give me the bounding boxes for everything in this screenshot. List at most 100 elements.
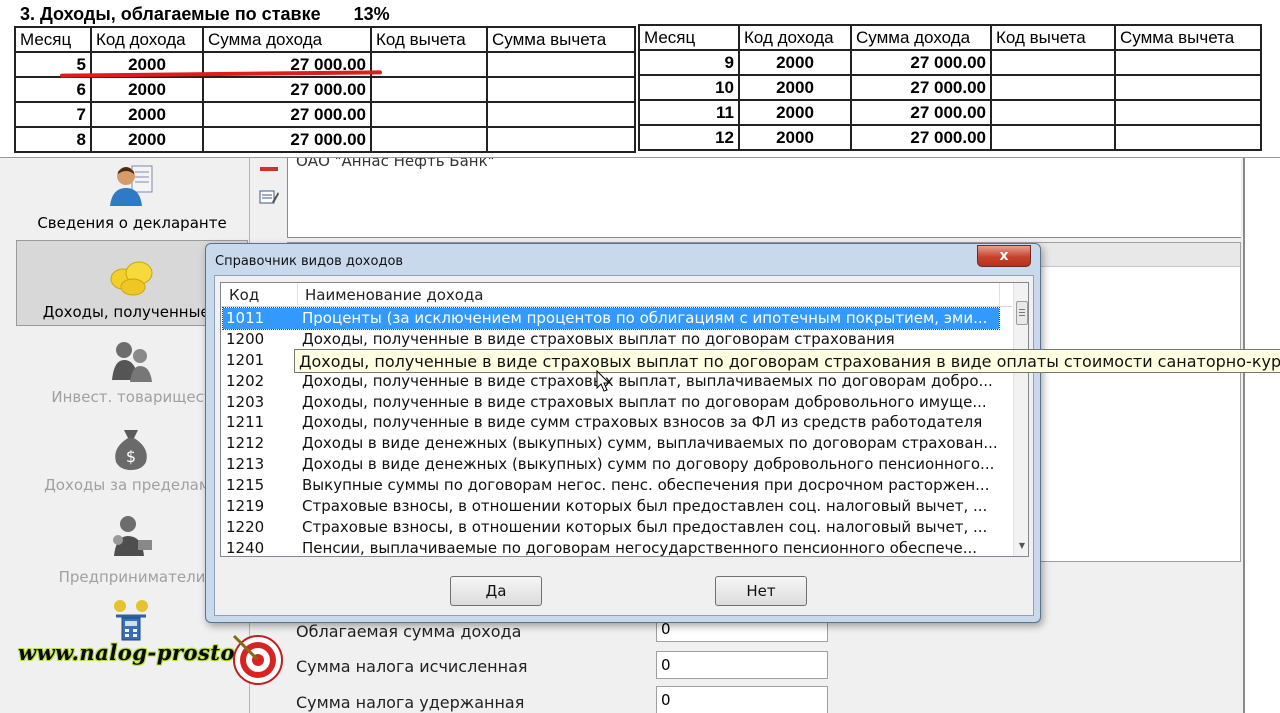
nav-item-declarant[interactable]: Сведения о декларанте — [16, 158, 248, 238]
income-types-list[interactable]: Код Наименование дохода 1011 Проценты (за… — [220, 282, 1029, 557]
remove-icon[interactable] — [258, 160, 280, 178]
tax-calculated-label: Сумма налога исчисленная — [296, 657, 528, 676]
col-deduction-amount: Сумма вычета — [1114, 24, 1262, 51]
deduction-amount-cell — [486, 51, 636, 78]
grip-line — [1019, 315, 1025, 316]
month-cell: 6 — [14, 76, 92, 103]
deduction-amount-cell — [1114, 99, 1262, 126]
list-header: Код Наименование дохода — [221, 283, 1012, 307]
close-button[interactable]: x — [977, 245, 1031, 267]
col-month: Месяц — [638, 24, 740, 51]
list-item[interactable]: 1203 Доходы, полученные в виде страховых … — [223, 392, 999, 413]
person-document-icon — [110, 165, 153, 206]
deduction-code-cell — [990, 74, 1116, 101]
nav-label: Сведения о декларанте — [37, 214, 227, 232]
col-income-amount: Сумма дохода — [202, 26, 372, 53]
list-item[interactable]: 1220 Страховые взносы, в отношении которы… — [223, 517, 999, 538]
list-rows: 1011 Проценты (за исключением процентов п… — [222, 307, 1000, 557]
income-name: Страховые взносы, в отношении которых бы… — [302, 517, 988, 536]
col-deduction-code: Код вычета — [370, 26, 488, 53]
deduction-amount-cell — [1114, 74, 1262, 101]
col-deduction-amount: Сумма вычета — [486, 26, 636, 53]
deduction-amount-cell — [486, 126, 636, 153]
income-name: Доходы, полученные в виде сумм страховых… — [302, 413, 983, 432]
list-item[interactable]: 1213 Доходы в виде денежных (выкупных) су… — [223, 454, 999, 475]
tax-rate: 13% — [353, 4, 390, 24]
deduction-amount-cell — [1114, 124, 1262, 151]
grip-line — [1019, 312, 1025, 313]
table-header-row: Месяц Код дохода Сумма дохода Код вычета… — [638, 24, 1262, 51]
tax-calculated-field[interactable]: 0 — [656, 651, 828, 679]
section-title: 3. Доходы, облагаемые по ставке 13% — [20, 4, 390, 25]
list-item[interactable]: 1212 Доходы в виде денежных (выкупных) су… — [223, 433, 999, 454]
col-name-header[interactable]: Наименование дохода — [305, 286, 484, 304]
scales-calculator-icon — [114, 600, 148, 641]
scroll-down-icon[interactable]: ▼ — [1014, 538, 1028, 554]
list-item[interactable]: 1219 Страховые взносы, в отношении которы… — [223, 496, 999, 517]
income-amount-cell: 27 000.00 — [850, 99, 992, 126]
close-icon: x — [999, 248, 1009, 264]
income-code: 1211 — [226, 413, 265, 432]
month-cell: 10 — [638, 74, 740, 101]
list-item[interactable]: 1200 Доходы, полученные в виде страховых … — [223, 329, 999, 350]
svg-text:$: $ — [126, 447, 136, 466]
dialog-body: Код Наименование дохода 1011 Проценты (за… — [214, 275, 1034, 616]
section-title-text: 3. Доходы, облагаемые по ставке — [20, 4, 321, 24]
income-name: Выкупные суммы по договорам негос. пенс.… — [302, 476, 990, 495]
income-name: Доходы, полученные в виде страховых выпл… — [302, 329, 895, 348]
column-divider — [297, 283, 298, 307]
list-item[interactable]: 1215 Выкупные суммы по договорам негос. п… — [223, 475, 999, 496]
month-cell: 12 — [638, 124, 740, 151]
income-code-cell: 2000 — [738, 49, 852, 76]
income-amount-cell: 27 000.00 — [202, 101, 372, 128]
people-icon — [112, 342, 152, 382]
tool-column — [252, 158, 286, 238]
deduction-code-cell — [990, 99, 1116, 126]
deduction-amount-cell — [1114, 49, 1262, 76]
list-item[interactable]: 1211 Доходы, полученные в виде сумм страх… — [223, 412, 999, 433]
income-code-cell: 2000 — [738, 99, 852, 126]
income-code: 1220 — [226, 517, 265, 536]
deduction-code-cell — [990, 49, 1116, 76]
mouse-cursor-icon — [596, 370, 611, 392]
income-name: Доходы в виде денежных (выкупных) сумм п… — [302, 455, 995, 474]
tax-withheld-field[interactable]: 0 — [656, 686, 828, 713]
column-divider — [999, 283, 1000, 307]
deduction-amount-cell — [486, 101, 636, 128]
scroll-thumb[interactable] — [1016, 301, 1028, 325]
list-item[interactable]: 1011 Проценты (за исключением процентов п… — [222, 307, 1000, 330]
income-name: Доходы, полученные в виде страховых выпл… — [302, 392, 987, 411]
income-amount-cell: 27 000.00 — [202, 126, 372, 153]
col-code-header[interactable]: Код — [229, 286, 259, 304]
table-row: 11 2000 27 000.00 — [638, 99, 1262, 126]
income-amount-cell: 27 000.00 — [850, 74, 992, 101]
col-month: Месяц — [14, 26, 92, 53]
income-section-overlay: 3. Доходы, облагаемые по ставке 13% Меся… — [0, 0, 1280, 158]
edit-icon[interactable] — [258, 188, 280, 206]
grip-line — [1019, 309, 1025, 310]
income-code: 1212 — [226, 434, 265, 453]
income-code: 1200 — [226, 329, 265, 348]
source-panel: ОАО "Аннас Нефть Банк" — [287, 152, 1241, 238]
table-row: 7 2000 27 000.00 — [14, 101, 636, 128]
income-code: 1213 — [226, 455, 265, 474]
taxable-amount-label: Облагаемая сумма дохода — [296, 622, 522, 641]
no-button[interactable]: Нет — [715, 576, 807, 606]
yes-button[interactable]: Да — [450, 576, 542, 606]
month-cell: 9 — [638, 49, 740, 76]
col-deduction-code: Код вычета — [990, 24, 1116, 51]
deduction-code-cell — [370, 51, 488, 78]
income-code: 1240 — [226, 538, 265, 557]
income-types-dialog: Справочник видов доходов x Код Наименова… — [205, 243, 1041, 623]
col-income-code: Код дохода — [90, 26, 204, 53]
tax-withheld-label: Сумма налога удержанная — [296, 693, 525, 712]
businessman-icon — [113, 516, 152, 556]
dialog-title: Справочник видов доходов — [215, 254, 404, 269]
deduction-code-cell — [990, 124, 1116, 151]
income-name: Страховые взносы, в отношении которых бы… — [302, 497, 988, 516]
list-item[interactable]: 1240 Пенсии, выплачиваемые по договорам н… — [223, 538, 999, 557]
income-code-cell: 2000 — [90, 101, 204, 128]
table-header-row: Месяц Код дохода Сумма дохода Код вычета… — [14, 26, 636, 53]
income-code: 1201 — [226, 350, 265, 369]
vertical-scrollbar[interactable]: ▼ — [1013, 283, 1028, 556]
